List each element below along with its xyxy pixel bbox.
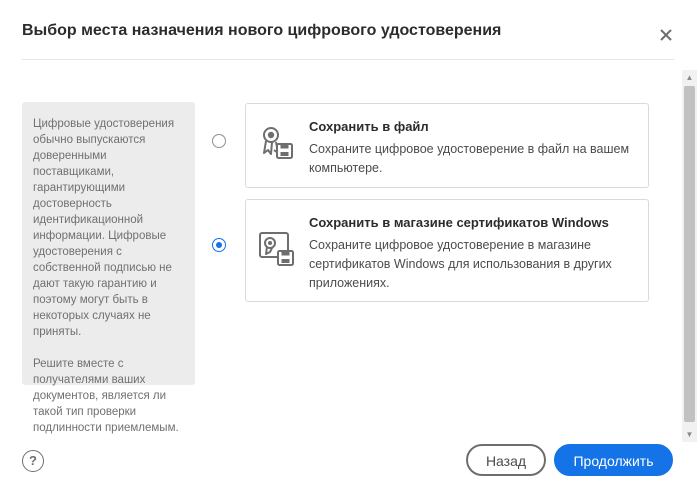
info-paragraph: Цифровые удостоверения обычно выпускаютс… bbox=[33, 118, 175, 338]
help-button[interactable]: ? bbox=[22, 450, 44, 472]
dialog-content: Цифровые удостоверения обычно выпускаютс… bbox=[0, 70, 682, 440]
radio-save-to-file[interactable] bbox=[212, 134, 226, 148]
scroll-down-icon[interactable]: ▼ bbox=[682, 427, 697, 442]
digital-id-destination-dialog: Выбор места назначения нового цифрового … bbox=[0, 0, 697, 499]
certificate-store-icon bbox=[259, 232, 294, 266]
option-save-to-windows-store[interactable]: Сохранить в магазине сертификатов Window… bbox=[245, 199, 649, 302]
back-button[interactable]: Назад bbox=[466, 444, 546, 476]
option-title: Сохранить в файл bbox=[309, 119, 429, 134]
vertical-scrollbar[interactable]: ▲ ▼ bbox=[682, 70, 697, 442]
help-icon: ? bbox=[29, 453, 37, 468]
info-paragraph: Решите вместе с получателями ваших докум… bbox=[33, 358, 179, 434]
scroll-thumb[interactable] bbox=[684, 86, 695, 422]
option-title: Сохранить в магазине сертификатов Window… bbox=[309, 215, 609, 230]
close-button[interactable] bbox=[656, 25, 676, 45]
info-text: Цифровые удостоверения обычно выпускаютс… bbox=[33, 116, 185, 440]
continue-button[interactable]: Продолжить bbox=[554, 444, 673, 476]
option-save-to-file[interactable]: Сохранить в файл Сохраните цифровое удос… bbox=[245, 103, 649, 188]
header-divider bbox=[22, 59, 674, 60]
option-description: Сохраните цифровое удостоверение в файл … bbox=[309, 142, 630, 175]
scroll-up-icon[interactable]: ▲ bbox=[682, 70, 697, 85]
dialog-title: Выбор места назначения нового цифрового … bbox=[22, 22, 502, 39]
radio-save-to-windows-store[interactable] bbox=[212, 238, 226, 252]
certificate-file-icon bbox=[263, 127, 293, 159]
close-icon bbox=[660, 29, 672, 41]
option-description: Сохраните цифровое удостоверение в магаз… bbox=[309, 238, 612, 290]
